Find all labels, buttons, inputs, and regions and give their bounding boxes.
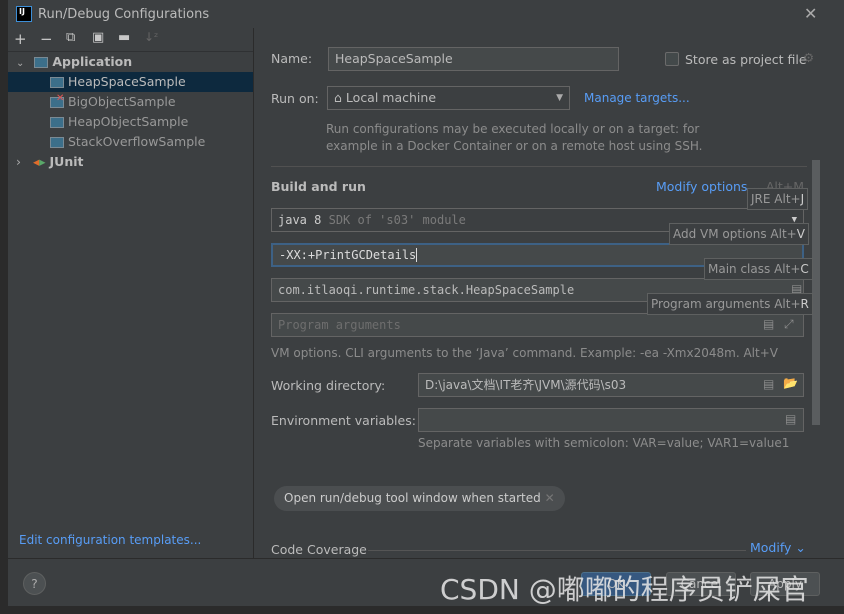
tree-label: HeapObjectSample xyxy=(68,114,189,129)
vm-options-hint: VM options. CLI arguments to the ‘Java’ … xyxy=(271,346,778,360)
folder-icon[interactable]: 📂 xyxy=(783,376,798,390)
env-hint: Separate variables with semicolon: VAR=v… xyxy=(418,436,790,450)
manage-targets-link[interactable]: Manage targets... xyxy=(584,91,690,105)
coverage-modify-link[interactable]: Modify ⌄ xyxy=(750,540,806,555)
tree-label: BigObjectSample xyxy=(68,94,176,109)
tree-label: HeapSpaceSample xyxy=(68,74,186,89)
add-icon[interactable]: + xyxy=(14,30,27,48)
tree-item-stackoverflowsample[interactable]: StackOverflowSample xyxy=(8,132,253,152)
application-icon xyxy=(50,117,64,128)
gear-icon[interactable]: ⚙ xyxy=(803,50,814,65)
application-icon xyxy=(50,137,64,148)
store-label[interactable]: Store as project file xyxy=(685,52,807,67)
application-icon xyxy=(34,57,49,68)
code-coverage-label: Code Coverage xyxy=(271,542,367,557)
watermark: CSDN @嘟嘟的程序员铲屎官 xyxy=(440,573,809,606)
run-on-value: Local machine xyxy=(345,90,437,105)
tree-item-bigobjectsample[interactable]: ✕ BigObjectSample xyxy=(8,92,253,112)
save-icon[interactable]: ▣ xyxy=(92,30,104,45)
tree-label: Application xyxy=(52,54,133,69)
working-directory-label: Working directory: xyxy=(271,378,386,393)
tree-group-junit[interactable]: › ◂▸ JUnit xyxy=(8,152,253,172)
tree-item-heapspacesample[interactable]: HeapSpaceSample xyxy=(8,72,253,92)
close-icon[interactable]: ✕ xyxy=(545,491,555,505)
tree-label: JUnit xyxy=(49,154,84,169)
tooltip-main-class: Main class Alt+C xyxy=(704,258,813,280)
build-and-run-title: Build and run xyxy=(271,179,366,194)
home-icon: ⌂ xyxy=(334,90,342,105)
copy-icon[interactable]: ⧉ xyxy=(66,30,75,45)
tooltip-jre: JRE Alt+J xyxy=(747,188,809,210)
remove-icon[interactable]: − xyxy=(40,30,53,48)
scrollbar[interactable] xyxy=(812,160,820,425)
tooltip-vm-options: Add VM options Alt+V xyxy=(669,223,809,245)
name-input[interactable]: HeapSpaceSample xyxy=(328,47,619,71)
application-icon xyxy=(50,77,64,88)
run-debug-dialog: IJ Run/Debug Configurations ✕ + − ⧉ ▣ ▬ … xyxy=(8,0,844,606)
expand-text-icon[interactable]: ▤ xyxy=(763,377,774,391)
expand-text-icon[interactable]: ▤ xyxy=(785,412,796,426)
tree-item-heapobjectsample[interactable]: HeapObjectSample xyxy=(8,112,253,132)
program-arguments-input[interactable]: Program arguments xyxy=(271,313,804,337)
help-button[interactable]: ? xyxy=(23,572,46,595)
expand-icon[interactable]: ⤢ xyxy=(784,317,794,332)
run-on-select[interactable]: ⌂ Local machine ▼ xyxy=(327,86,570,110)
dropdown-arrow-icon: ▼ xyxy=(556,93,563,103)
environment-variables-label: Environment variables: xyxy=(271,413,416,428)
intellij-logo: IJ xyxy=(16,6,32,22)
tooltip-program-arguments: Program arguments Alt+R xyxy=(647,293,813,315)
name-label: Name: xyxy=(271,51,313,66)
environment-variables-input[interactable] xyxy=(418,408,804,432)
expand-text-icon[interactable]: ▤ xyxy=(763,317,774,331)
new-folder-icon[interactable]: ▬ xyxy=(118,30,130,45)
open-tool-window-chip[interactable]: Open run/debug tool window when started … xyxy=(274,486,565,511)
close-icon[interactable]: ✕ xyxy=(804,4,817,23)
tree-label: StackOverflowSample xyxy=(68,134,206,149)
working-directory-input[interactable]: D:\java\文档\IT老齐\JVM\源代码\s03 xyxy=(418,373,804,397)
store-checkbox[interactable] xyxy=(665,52,679,66)
edit-templates-link[interactable]: Edit configuration templates... xyxy=(19,533,201,547)
run-on-label: Run on: xyxy=(271,91,319,106)
dialog-title: Run/Debug Configurations xyxy=(38,7,210,22)
sort-icon[interactable]: ↓ᶻ xyxy=(144,30,158,44)
chevron-down-icon: ⌄ xyxy=(16,58,25,69)
chevron-right-icon: › xyxy=(16,154,21,169)
run-on-hint-2: example in a Docker Container or on a re… xyxy=(326,139,703,153)
run-on-hint-1: Run configurations may be executed local… xyxy=(326,122,700,136)
tree-group-application[interactable]: ⌄ Application xyxy=(8,52,253,72)
junit-icon: ◂▸ xyxy=(32,154,46,169)
application-error-icon: ✕ xyxy=(50,93,64,108)
